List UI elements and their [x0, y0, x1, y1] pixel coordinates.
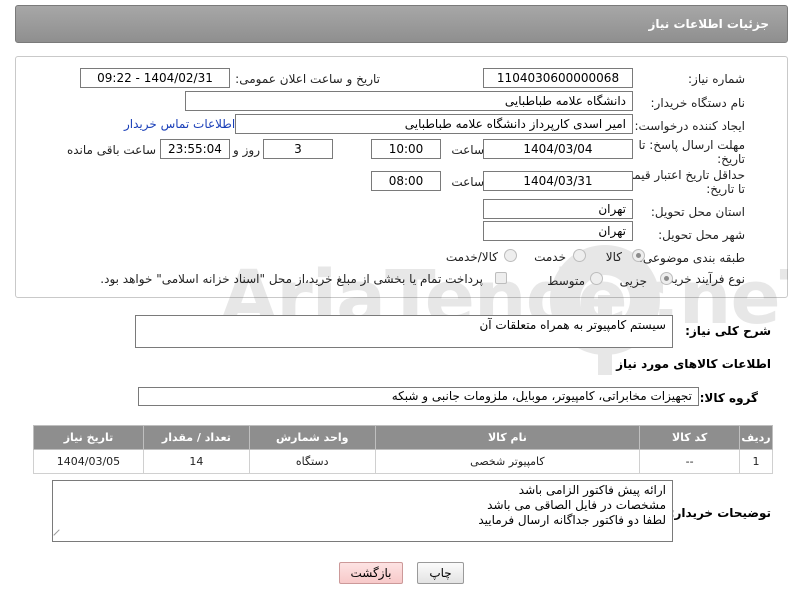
reply-deadline-label: مهلت ارسال پاسخ: تا — [638, 138, 745, 152]
reply-days-field: 3 — [263, 139, 333, 159]
delivery-province-field: تهران — [483, 199, 633, 219]
treasury-payment-note: پرداخت تمام یا بخشی از مبلغ خرید،از محل … — [100, 272, 483, 286]
cell-unit: دستگاه — [248, 449, 376, 474]
delivery-city-label: شهر محل تحویل: — [658, 228, 745, 242]
buyer-contact-link[interactable]: اطلاعات تماس خریدار — [124, 117, 235, 131]
description-text: سیستم کامپیوتر به همراه متعلقات آن — [479, 318, 666, 332]
requester-label: ایجاد کننده درخواست: — [634, 119, 745, 133]
cell-quantity: 14 — [142, 449, 250, 474]
table-header-row: ردیف کد کالا نام کالا واحد شمارش تعداد /… — [33, 425, 773, 450]
buyer-org-field: دانشگاه علامه طباطبایی — [185, 91, 633, 111]
announce-datetime-field: 1404/02/31 - 09:22 — [80, 68, 230, 88]
buyer-notes-label: توضیحات خریدار: — [669, 506, 771, 520]
back-button[interactable]: بازگشت — [339, 562, 403, 584]
price-validity-label-2: تا تاریخ: — [706, 182, 745, 196]
remaining-time-field: 23:55:04 — [160, 139, 230, 159]
price-validity-label: حداقل تاریخ اعتبار قیمت: — [618, 168, 745, 182]
requester-field: امیر اسدی کارپرداز دانشگاه علامه طباطبای… — [235, 114, 633, 134]
buyer-org-label: نام دستگاه خریدار: — [650, 96, 746, 110]
reply-deadline-time: 10:00 — [371, 139, 441, 159]
price-validity-time-label: ساعت — [451, 175, 484, 189]
buyer-notes-line-2: مشخصات در فایل الصاقی می باشد — [487, 498, 666, 512]
category-radio-service[interactable] — [573, 249, 586, 262]
process-option-medium: متوسط — [547, 274, 585, 288]
buyer-notes-line-3: لطفا دو فاکتور جداگانه ارسال فرمایید — [478, 513, 666, 527]
cell-row-number: 1 — [739, 449, 773, 474]
items-table: ردیف کد کالا نام کالا واحد شمارش تعداد /… — [33, 425, 773, 474]
category-option-service: خدمت — [534, 250, 566, 264]
cell-need-date: 1404/03/05 — [33, 449, 144, 474]
description-label: شرح کلی نیاز: — [685, 324, 771, 338]
price-validity-time: 08:00 — [371, 171, 441, 191]
table-row: 1 -- کامپیوتر شخصی دستگاه 14 1404/03/05 — [33, 449, 773, 474]
treasury-payment-checkbox[interactable] — [495, 272, 507, 284]
delivery-city-field: تهران — [483, 221, 633, 241]
category-label: طبقه بندی موضوعی: — [638, 251, 745, 265]
need-number-label: شماره نیاز: — [688, 72, 745, 86]
category-option-goods: کالا — [605, 250, 622, 264]
buyer-notes-line-1: ارائه پیش فاکتور الزامی باشد — [518, 483, 666, 497]
cell-item-code: -- — [639, 449, 741, 474]
announce-datetime-label: تاریخ و ساعت اعلان عمومی: — [235, 72, 380, 86]
process-option-minor: جزیی — [619, 274, 647, 288]
goods-section-title: اطلاعات کالاهای مورد نیاز — [616, 357, 771, 371]
col-header-row-number: ردیف — [739, 425, 773, 450]
delivery-province-label: استان محل تحویل: — [650, 205, 745, 219]
description-field: سیستم کامپیوتر به همراه متعلقات آن — [135, 315, 673, 348]
need-number-field: 1104030600000068 — [483, 68, 633, 88]
page-title: جزئیات اطلاعات نیاز — [648, 17, 769, 31]
print-button[interactable]: چاپ — [417, 562, 464, 584]
cell-item-name: کامپیوتر شخصی — [374, 449, 641, 474]
category-radio-goods[interactable] — [632, 249, 645, 262]
col-header-quantity: تعداد / مقدار — [142, 425, 250, 450]
buyer-notes-field: ارائه پیش فاکتور الزامی باشد مشخصات در ف… — [52, 480, 673, 542]
process-radio-minor[interactable] — [660, 272, 673, 285]
reply-deadline-time-label: ساعت — [451, 143, 484, 157]
category-option-goods-service: کالا/خدمت — [445, 250, 498, 264]
col-header-item-name: نام کالا — [374, 425, 641, 450]
reply-days-label: روز و — [233, 143, 260, 157]
page-header: جزئیات اطلاعات نیاز — [15, 5, 788, 43]
goods-group-field: تجهیزات مخابراتی، کامپیوتر، موبایل، ملزو… — [138, 387, 699, 406]
category-radio-goods-service[interactable] — [504, 249, 517, 262]
resize-grip-icon[interactable] — [53, 529, 65, 541]
price-validity-date: 1404/03/31 — [483, 171, 633, 191]
reply-deadline-date: 1404/03/04 — [483, 139, 633, 159]
col-header-item-code: کد کالا — [639, 425, 741, 450]
col-header-need-date: تاریخ نیاز — [33, 425, 144, 450]
goods-group-label: گروه کالا: — [699, 391, 758, 405]
reply-deadline-label-2: تاریخ: — [717, 152, 745, 166]
process-radio-medium[interactable] — [590, 272, 603, 285]
remaining-time-label: ساعت باقی مانده — [66, 143, 156, 157]
col-header-unit: واحد شمارش — [248, 425, 376, 450]
